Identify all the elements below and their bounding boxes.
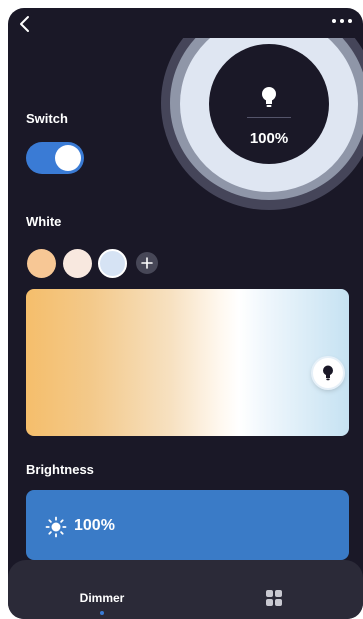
switch-label: Switch <box>26 111 68 126</box>
grid-icon <box>266 590 282 606</box>
brightness-label: Brightness <box>26 462 94 477</box>
power-switch[interactable] <box>26 142 84 174</box>
bulb-icon <box>262 87 276 107</box>
brightness-slider[interactable]: 100% <box>26 490 349 560</box>
bottom-tab-bar: Dimmer <box>8 560 363 619</box>
more-options-button[interactable] <box>329 14 357 28</box>
more-dots-icon <box>332 19 352 23</box>
switch-knob <box>55 145 81 171</box>
temperature-handle[interactable] <box>313 358 343 388</box>
tab-dimmer-label: Dimmer <box>79 591 125 605</box>
app-screen: 100% Switch White Brightness 100% Dimmer <box>8 8 363 619</box>
plus-icon <box>141 257 153 269</box>
brightness-value: 100% <box>74 517 115 534</box>
color-swatch-neutral[interactable] <box>63 249 92 278</box>
lamp-divider <box>247 117 291 118</box>
lamp-brightness-value: 100% <box>249 130 289 147</box>
sun-icon <box>45 516 67 538</box>
white-label: White <box>26 214 62 229</box>
color-swatch-cool-selected[interactable] <box>98 249 127 278</box>
bulb-icon <box>323 365 333 381</box>
color-temperature-picker[interactable] <box>26 289 349 436</box>
lamp-preview: 100% <box>160 38 363 210</box>
add-swatch-button[interactable] <box>136 252 158 274</box>
back-button[interactable] <box>16 14 36 34</box>
active-tab-indicator <box>100 611 104 615</box>
tab-scenes[interactable] <box>264 588 284 608</box>
chevron-left-icon <box>20 16 29 32</box>
color-swatch-warm[interactable] <box>27 249 56 278</box>
lamp-core: 100% <box>209 44 329 164</box>
tab-dimmer[interactable]: Dimmer <box>48 584 156 615</box>
